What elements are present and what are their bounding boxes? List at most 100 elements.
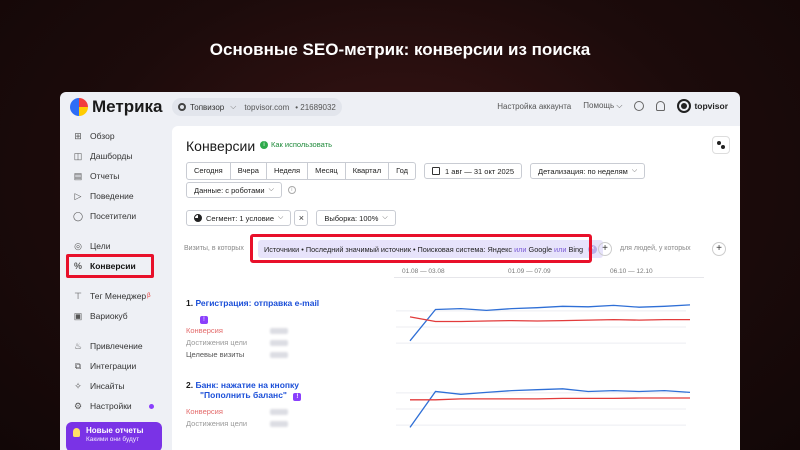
chevron-down-icon: ⌵ [616,101,623,110]
chat-icon[interactable] [634,101,645,111]
segment-selector[interactable]: Сегмент: 1 условие ⌵ [186,210,292,226]
cube-icon: ▣ [73,310,83,321]
data-source-selector[interactable]: Данные: с роботами ⌵ [186,182,282,198]
period-today[interactable]: Сегодня [187,163,231,179]
flame-icon: ♨ [73,340,83,351]
play-icon: ▷ [74,190,82,201]
beta-badge: β [147,293,151,299]
chevron-down-icon: ⌵ [631,167,638,174]
period-month[interactable]: Месяц [308,163,346,179]
sidebar-item-goals[interactable]: ◎ Цели [60,236,164,256]
site-selector[interactable]: Топвизор ⌵ topvisor.com • 21689032 [172,98,342,116]
help-menu[interactable]: Помощь ⌵ [583,101,622,111]
goal-2-line-chart [396,388,691,428]
date-range-picker[interactable]: 1 авг — 31 окт 2025 [424,163,523,179]
top-bar: Метрика Топвизор ⌵ topvisor.com • 216890… [60,92,740,122]
series-line-1 [409,316,690,323]
topvisor-logo: topvisor [677,99,728,113]
data-source-row: Данные: с роботами ⌵ i [186,182,296,198]
sample-selector[interactable]: Выборка: 100% ⌵ [316,210,396,226]
info-icon[interactable]: i [287,186,296,194]
site-name: Топвизор [190,102,225,112]
sidebar-item-acquisition[interactable]: ♨ Привлечение [60,336,164,356]
goal-2-chart [396,382,696,438]
add-visit-filter-button[interactable]: + [598,242,612,256]
gear-icon: ⚙ [73,400,83,411]
goal-row: 2. Банк: нажатие на кнопку "Пополнить ба… [186,380,726,431]
how-to-link[interactable]: i Как использовать [260,140,332,149]
sidebar-item-behavior[interactable]: ▷ Поведение [60,186,164,206]
pie-chart-icon [194,214,202,222]
period-yesterday[interactable]: Вчера [231,163,267,179]
app-name: Метрика [92,97,163,116]
sidebar-item-overview[interactable]: ⊞ Обзор [60,126,164,146]
highlight-box-filter [250,234,592,263]
goal-type-icon: ! [200,316,208,324]
chevron-down-icon: ⌵ [268,186,274,193]
metrica-logo[interactable]: Метрика [70,97,163,117]
grid-icon: ⊞ [74,130,82,141]
date-controls: Сегодня Вчера Неделя Месяц Квартал Год 1… [186,162,646,180]
sidebar-item-settings[interactable]: ⚙ Настройки [60,396,164,416]
highlight-box-conversions [66,254,154,278]
tag-icon: ⊤ [74,290,82,301]
sidebar-item-insights[interactable]: ✧ Инсайты [60,376,164,396]
new-reports-promo[interactable]: Новые отчеты Какими они будут [66,422,162,450]
goal-title-line2[interactable]: "Пополнить баланс" [200,390,287,400]
timeline-label: 01.08 — 03.08 [402,268,445,275]
people-label: для людей, у которых [620,245,691,252]
series-line-1 [410,397,690,401]
puzzle-icon: ⧉ [74,360,82,371]
series-line-0 [409,388,691,428]
bell-icon[interactable] [656,101,666,111]
view-options-button[interactable] [712,136,730,154]
account-settings-link[interactable]: Настройка аккаунта [497,102,571,111]
sidebar-item-variocube[interactable]: ▣ Вариокуб [60,306,164,326]
clear-segment-button[interactable]: × [294,210,309,226]
detail-selector[interactable]: Детализация: по неделям ⌵ [530,163,646,179]
lightbulb-icon [73,428,80,437]
chevron-down-icon: ⌵ [382,214,388,221]
sidebar-item-tag-manager[interactable]: ⊤ Тег Менеджер β [60,286,164,306]
add-people-filter-button[interactable]: + [712,242,726,256]
series-line-0 [409,304,691,342]
goal-1-chart [396,300,696,356]
period-year[interactable]: Год [389,163,415,179]
period-quarter[interactable]: Квартал [346,163,390,179]
topvisor-logo-icon [677,99,692,113]
site-icon [178,103,186,111]
promo-subtitle: Какими они будут [86,436,140,443]
timeline-axis: 01.08 — 03.08 01.09 — 07.09 06.10 — 12.1… [394,268,714,282]
segment-row: Сегмент: 1 условие ⌵ × Выборка: 100% ⌵ [186,210,396,226]
filter-row: Визиты, в которых Источники • Последний … [184,234,736,263]
notification-dot [149,404,154,409]
metrica-logo-icon [70,98,88,116]
sparkle-icon: ✧ [74,380,82,391]
target-icon: ◎ [74,240,82,251]
main-panel: Конверсии i Как использовать Сегодня Вче… [172,126,740,450]
dashboard-icon: ◫ [73,150,83,161]
period-selector: Сегодня Вчера Неделя Месяц Квартал Год [186,162,417,180]
sidebar-item-integrations[interactable]: ⧉ Интеграции [60,356,164,376]
site-url: topvisor.com [244,102,290,112]
slide-title: Основные SEO-метрик: конверсии из поиска [209,40,591,59]
user-icon: ◯ [72,210,84,221]
goal-row: 1. Регистрация: отправка e-mail ! Конвер… [186,298,726,362]
top-right-menu: Настройка аккаунта Помощь ⌵ topvisor [485,99,728,113]
period-week[interactable]: Неделя [267,163,309,179]
info-icon: i [260,140,268,149]
sidebar-item-visitors[interactable]: ◯ Посетители [60,206,164,226]
promo-title: Новые отчеты [86,426,144,435]
sidebar-item-dashboards[interactable]: ◫ Дашборды [60,146,164,166]
goal-type-icon: ! [293,393,302,401]
reports-icon: ▤ [73,170,83,181]
sidebar-item-reports[interactable]: ▤ Отчеты [60,166,164,186]
goal-1-line-chart [396,304,691,344]
timeline-label: 01.09 — 07.09 [508,268,551,275]
counter-id: • 21689032 [295,102,336,112]
chevron-down-icon: ⌵ [278,214,284,221]
calendar-icon [432,167,441,175]
page-title: Конверсии [186,138,256,154]
timeline-label: 06.10 — 12.10 [610,268,653,275]
chevron-down-icon: ⌵ [230,102,237,111]
